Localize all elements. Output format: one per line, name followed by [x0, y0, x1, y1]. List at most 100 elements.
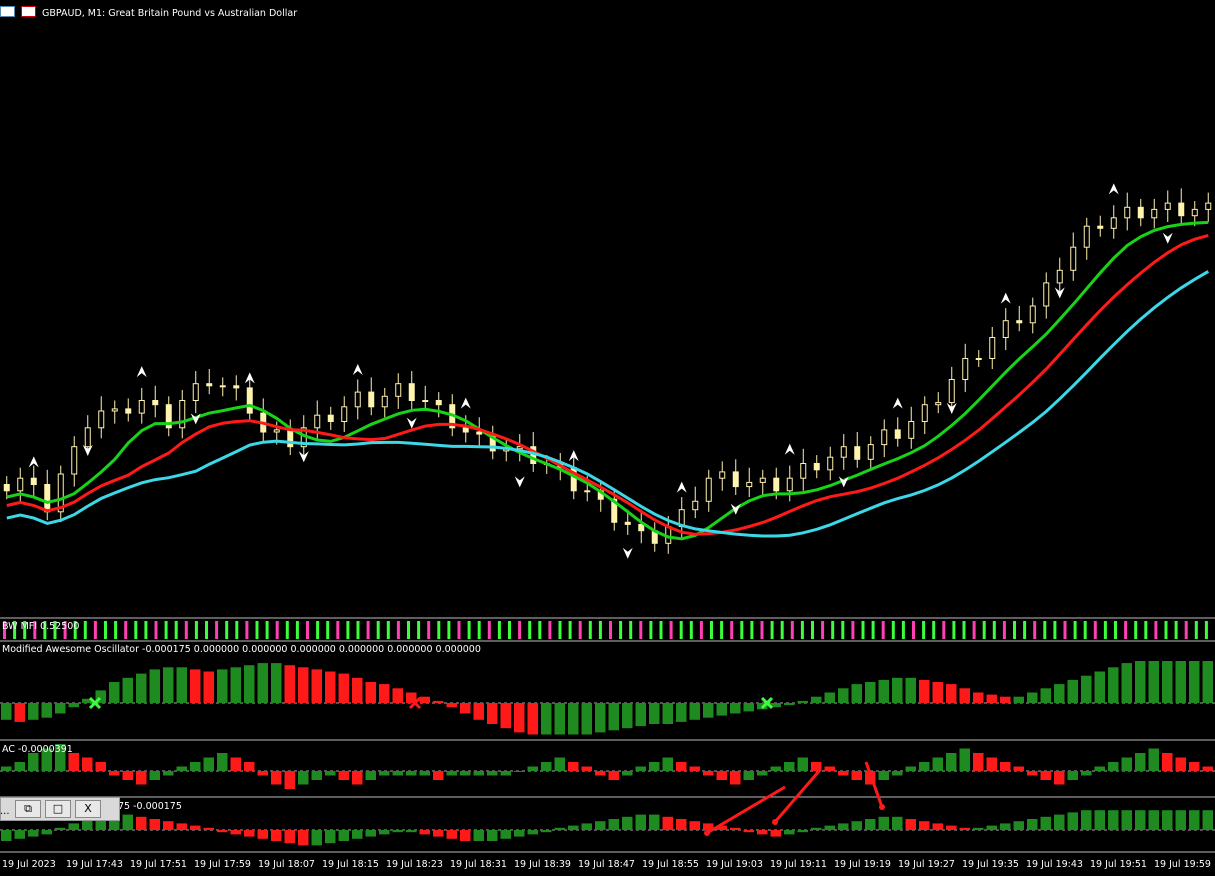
mfi-bar: [922, 621, 926, 639]
mfi-bar: [1073, 621, 1077, 639]
ao2-histogram-bar: [230, 830, 241, 835]
mfi-bar: [477, 621, 481, 639]
ao2-histogram-bar: [622, 816, 633, 830]
ac-histogram-bar: [244, 762, 255, 771]
ac-histogram-bar: [1054, 771, 1065, 785]
ac-histogram-bar: [379, 771, 390, 776]
mfi-bar: [982, 621, 986, 639]
ac-histogram-bar: [1202, 766, 1213, 771]
candle-body: [1164, 202, 1171, 210]
ao2-histogram-bar: [959, 827, 970, 830]
ac-histogram-bar: [1148, 748, 1159, 771]
mfi-bar: [912, 621, 915, 639]
mfi-bar: [255, 621, 259, 639]
time-axis-label: 19 Jul 17:59: [194, 859, 251, 870]
ao-histogram-bar: [14, 703, 25, 722]
ao2-histogram-bar: [743, 830, 754, 833]
ao-histogram-bar: [433, 700, 444, 703]
ao2-histogram-bar: [568, 825, 579, 830]
ao-histogram-bar: [527, 703, 538, 735]
ao-histogram-bar: [487, 703, 498, 724]
mfi-bar: [679, 621, 683, 639]
ao-histogram-bar: [797, 700, 808, 703]
ac-histogram-bar: [811, 762, 822, 771]
candle-body: [219, 385, 226, 388]
ac-histogram-bar: [1162, 753, 1173, 771]
ao2-histogram-bar: [433, 830, 444, 837]
ac-histogram-bar: [635, 766, 646, 771]
ao-histogram-bar: [136, 673, 147, 703]
candle-body: [773, 477, 780, 492]
ac-histogram-bar: [676, 762, 687, 771]
ao2-histogram-bar: [325, 830, 336, 844]
candle-body: [287, 429, 294, 448]
ao2-histogram-bar: [1040, 816, 1051, 830]
mfi-bar: [689, 621, 693, 639]
ao-histogram-bar: [1027, 692, 1038, 703]
ao2-histogram-bar: [973, 827, 984, 830]
ao-histogram-bar: [28, 703, 39, 720]
mfi-bar: [316, 621, 320, 639]
mfi-bar: [851, 621, 855, 639]
ao-histogram-bar: [176, 667, 187, 703]
ac-histogram-bar: [122, 771, 133, 780]
ao2-histogram-bar: [379, 830, 390, 835]
mfi-bar: [1093, 621, 1097, 639]
candle-body: [462, 427, 469, 433]
mfi-bar: [992, 621, 996, 639]
mfi-bar: [215, 621, 219, 639]
mfi-bar: [447, 621, 451, 639]
ao-histogram-bar: [676, 703, 687, 722]
ao2-histogram-bar: [838, 823, 849, 830]
mfi-bar: [972, 621, 976, 639]
mfi-bar: [528, 621, 532, 639]
candle-body: [921, 404, 928, 423]
mfi-bar: [1002, 621, 1006, 639]
candle-body: [3, 484, 10, 492]
ao2-histogram-bar: [905, 819, 916, 830]
candle-body: [962, 358, 969, 380]
ac-histogram-bar: [365, 771, 376, 780]
ao2-histogram-bar: [1081, 810, 1092, 830]
ao2-histogram-bar: [676, 819, 687, 830]
time-axis-label: 19 Jul 18:15: [322, 859, 379, 870]
mfi-bar: [366, 621, 370, 639]
candle-body: [1029, 305, 1036, 324]
candle-body: [746, 481, 753, 488]
mfi-bar: [710, 621, 713, 639]
ac-histogram-bar: [487, 771, 498, 776]
ac-histogram-bar: [1000, 762, 1011, 771]
candle-body: [476, 431, 483, 435]
ao-histogram-bar: [824, 692, 835, 703]
candle-body: [908, 421, 915, 439]
maximize-button[interactable]: □: [45, 800, 71, 818]
ao2-histogram-bar: [514, 830, 525, 837]
ao-histogram-bar: [581, 703, 592, 735]
ac-histogram-bar: [838, 771, 849, 776]
time-axis-label: 19 Jul 19:35: [962, 859, 1019, 870]
mfi-bar: [396, 621, 400, 639]
mfi-bar: [1144, 621, 1148, 639]
ao-histogram-bar: [1081, 675, 1092, 703]
restore-button[interactable]: ⧉: [15, 800, 41, 818]
ao-histogram-bar: [743, 703, 754, 712]
mfi-bar: [831, 621, 835, 639]
ac-histogram-bar: [986, 757, 997, 771]
ac-histogram-bar: [1189, 762, 1200, 771]
ao-histogram-bar: [811, 696, 822, 703]
mfi-bar: [437, 621, 441, 639]
close-button[interactable]: X: [75, 800, 101, 818]
ao2-histogram-bar: [1094, 810, 1105, 830]
ac-histogram-bar: [730, 771, 741, 785]
ac-histogram-bar: [1081, 771, 1092, 776]
ao-histogram-bar: [973, 692, 984, 703]
ac-histogram-bar: [662, 757, 673, 771]
candle-body: [1056, 269, 1063, 284]
ac-histogram-bar: [743, 771, 754, 780]
ac-histogram-bar: [68, 753, 79, 771]
ao2-histogram-bar: [1054, 814, 1065, 830]
ao2-histogram-bar: [784, 830, 795, 835]
candle-body: [1110, 217, 1117, 229]
ac-histogram-bar: [271, 771, 282, 785]
mfi-bar: [568, 621, 572, 639]
